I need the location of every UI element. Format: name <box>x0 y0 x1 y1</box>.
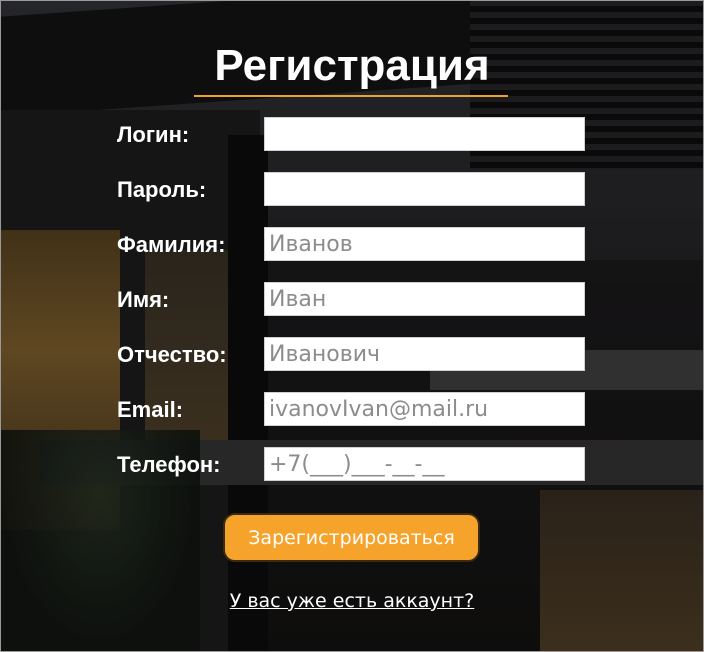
page-title: Регистрация <box>214 41 490 90</box>
password-input[interactable] <box>264 172 585 206</box>
surname-row: Фамилия: <box>117 227 587 263</box>
email-row: Email: <box>117 392 587 428</box>
surname-label: Фамилия: <box>117 232 226 257</box>
register-button[interactable]: Зарегистрироваться <box>223 513 480 562</box>
surname-input[interactable] <box>264 227 585 261</box>
phone-label: Телефон: <box>117 452 221 477</box>
phone-row: Телефон: <box>117 447 587 483</box>
name-label: Имя: <box>117 287 170 312</box>
password-label: Пароль: <box>117 177 207 202</box>
email-input[interactable] <box>264 392 585 426</box>
login-label: Логин: <box>117 122 190 147</box>
patronymic-input[interactable] <box>264 337 585 371</box>
title-underline <box>194 95 508 97</box>
login-link[interactable]: У вас уже есть аккаунт? <box>0 590 704 612</box>
login-row: Логин: <box>117 117 587 153</box>
email-label: Email: <box>117 397 184 422</box>
login-input[interactable] <box>264 117 585 151</box>
patronymic-row: Отчество: <box>117 337 587 373</box>
password-row: Пароль: <box>117 172 587 208</box>
name-row: Имя: <box>117 282 587 318</box>
patronymic-label: Отчество: <box>117 342 227 367</box>
name-input[interactable] <box>264 282 585 316</box>
phone-input[interactable] <box>264 447 585 481</box>
